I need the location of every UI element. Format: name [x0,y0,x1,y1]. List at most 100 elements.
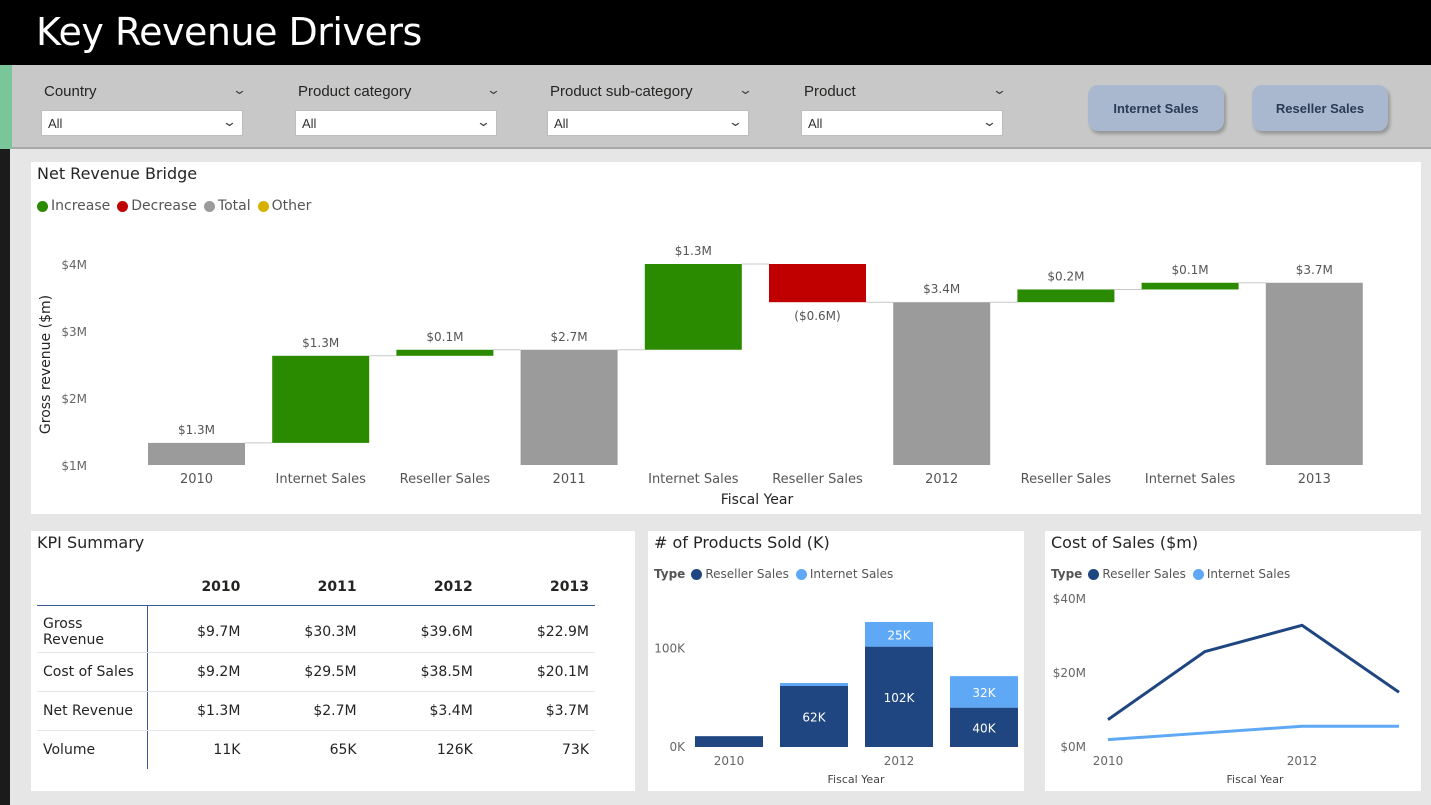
table-row: Net Revenue $1.3M $2.7M $3.4M $3.7M [37,691,595,731]
filter-bar: Country ⌄ All ⌄ Product category ⌄ All ⌄… [12,65,1431,149]
kpi-row-label: Gross Revenue [37,613,148,653]
data-label: 102K [884,691,916,705]
chevron-down-icon[interactable]: ⌄ [992,83,1007,98]
kpi-row-label: Volume [37,730,148,769]
side-accent [0,65,12,149]
x-tick-label: Internet Sales [276,472,367,487]
data-label: 62K [802,710,826,724]
products-sold-card: # of Products Sold (K) Type Reseller Sal… [648,531,1024,791]
stacked-bar [695,736,763,747]
bridge-chart: $1M $2M $3M $4M Gross revenue ($m) $1.3M 2010 $… [38,244,1363,508]
title-bar: Key Revenue Drivers [0,0,1431,65]
data-label: $0.2M [1047,269,1084,283]
data-label: $0.1M [1172,263,1209,277]
data-label: $2.7M [551,330,588,344]
slicer-label: Country [44,83,97,100]
kpi-cell: $3.7M [478,691,595,731]
product-subcategory-dropdown[interactable]: All ⌄ [547,110,749,136]
x-tick-label: 2011 [553,472,586,487]
data-label: $1.3M [675,244,712,258]
x-axis-title: Fiscal Year [828,773,885,786]
chevron-down-icon[interactable]: ⌄ [486,83,501,98]
kpi-cell: $22.9M [478,613,595,653]
side-strip [0,149,10,805]
x-tick-label: Internet Sales [1145,472,1236,487]
kpi-corner [37,569,147,606]
kpi-cell: 73K [562,741,589,758]
slicer-label: Product category [298,83,412,100]
kpi-cell: 11K [213,741,241,758]
kpi-cell: $30.3M [246,613,363,653]
country-dropdown[interactable]: All ⌄ [41,110,243,136]
chevron-down-icon: ⌄ [221,115,238,130]
internet-sales-button[interactable]: Internet Sales [1088,85,1224,131]
bridge-bar [520,349,618,465]
kpi-year-header: 2012 [362,569,479,606]
table-row: Gross Revenue $9.7M $30.3M $39.6M $22.9M [37,613,595,653]
kpi-year-header: 2011 [246,569,363,606]
data-label: $1.3M [178,423,215,437]
data-label: 32K [972,686,996,700]
x-tick-label: 2010 [714,754,745,768]
bridge-bar [769,264,866,303]
kpi-row-label: Net Revenue [37,691,148,731]
kpi-header-row: 2010 2011 2012 2013 [37,569,595,606]
chevron-down-icon: ⌄ [727,115,744,130]
data-label: 40K [972,721,996,735]
kpi-spacer [37,605,595,613]
x-axis-title: Fiscal Year [721,492,794,508]
chevron-down-icon[interactable]: ⌄ [738,83,753,98]
stacked-bar [780,683,848,686]
bridge-bar [1141,282,1239,290]
x-tick-label: Reseller Sales [772,472,863,487]
x-tick-label: Reseller Sales [400,472,491,487]
cost-of-sales-card: Cost of Sales ($m) Type Reseller Sales I… [1045,531,1421,791]
kpi-year-header: 2010 [147,569,247,606]
y-tick-label: $3M [61,325,87,339]
kpi-cell: $9.2M [147,652,247,692]
y-axis-title: Gross revenue ($m) [38,295,54,434]
y-tick-label: 0K [669,740,686,754]
slicer-value: All [808,116,823,131]
bridge-bar [1017,289,1115,303]
kpi-year-header: 2013 [478,569,595,606]
kpi-cell: $20.1M [478,652,595,692]
products-chart: 0K 100K 2010 62K 102K 25K 2012 40K 32K Fiscal Yea… [654,622,1018,786]
table-row: Cost of Sales $9.2M $29.5M $38.5M $20.1M [37,652,595,692]
bridge-bar [893,302,991,465]
kpi-cell: $38.5M [362,652,479,692]
y-tick-label: $40M [1053,592,1086,606]
slicer-value: All [302,116,317,131]
reseller-sales-button[interactable]: Reseller Sales [1252,85,1388,131]
table-row: Volume 11K 65K 126K 73K [37,730,595,769]
bridge-bar [1265,282,1363,465]
kpi-spacer-cell [479,605,595,613]
slicer-label: Product sub-category [550,83,693,100]
data-label: $3.7M [1296,263,1333,277]
bridge-bar [148,442,245,465]
data-label: $3.4M [923,282,960,296]
card-title: KPI Summary [37,533,145,552]
x-tick-label: 2012 [925,472,958,487]
country-slicer: Country ⌄ All ⌄ [41,65,249,149]
y-tick-label: $2M [61,392,87,406]
chevron-down-icon[interactable]: ⌄ [232,83,247,98]
x-tick-label: 2010 [1093,754,1124,768]
y-tick-label: $20M [1053,666,1086,680]
x-tick-label: 2013 [1298,472,1331,487]
chevron-down-icon: ⌄ [475,115,492,130]
kpi-cell: 65K [329,741,357,758]
y-tick-label: $4M [61,258,87,272]
kpi-cell: $1.3M [147,691,247,731]
data-label: 25K [887,628,911,642]
net-revenue-bridge-card: Net Revenue Bridge Increase Decrease Tot… [31,162,1421,514]
product-category-dropdown[interactable]: All ⌄ [295,110,497,136]
bridge-bar [272,355,370,443]
y-tick-label: $1M [61,459,87,473]
kpi-spacer-cell [246,605,362,613]
kpi-row-label: Cost of Sales [37,652,148,692]
chevron-down-icon: ⌄ [981,115,998,130]
kpi-cell: $39.6M [362,613,479,653]
slicer-value: All [554,116,569,131]
product-dropdown[interactable]: All ⌄ [801,110,1003,136]
